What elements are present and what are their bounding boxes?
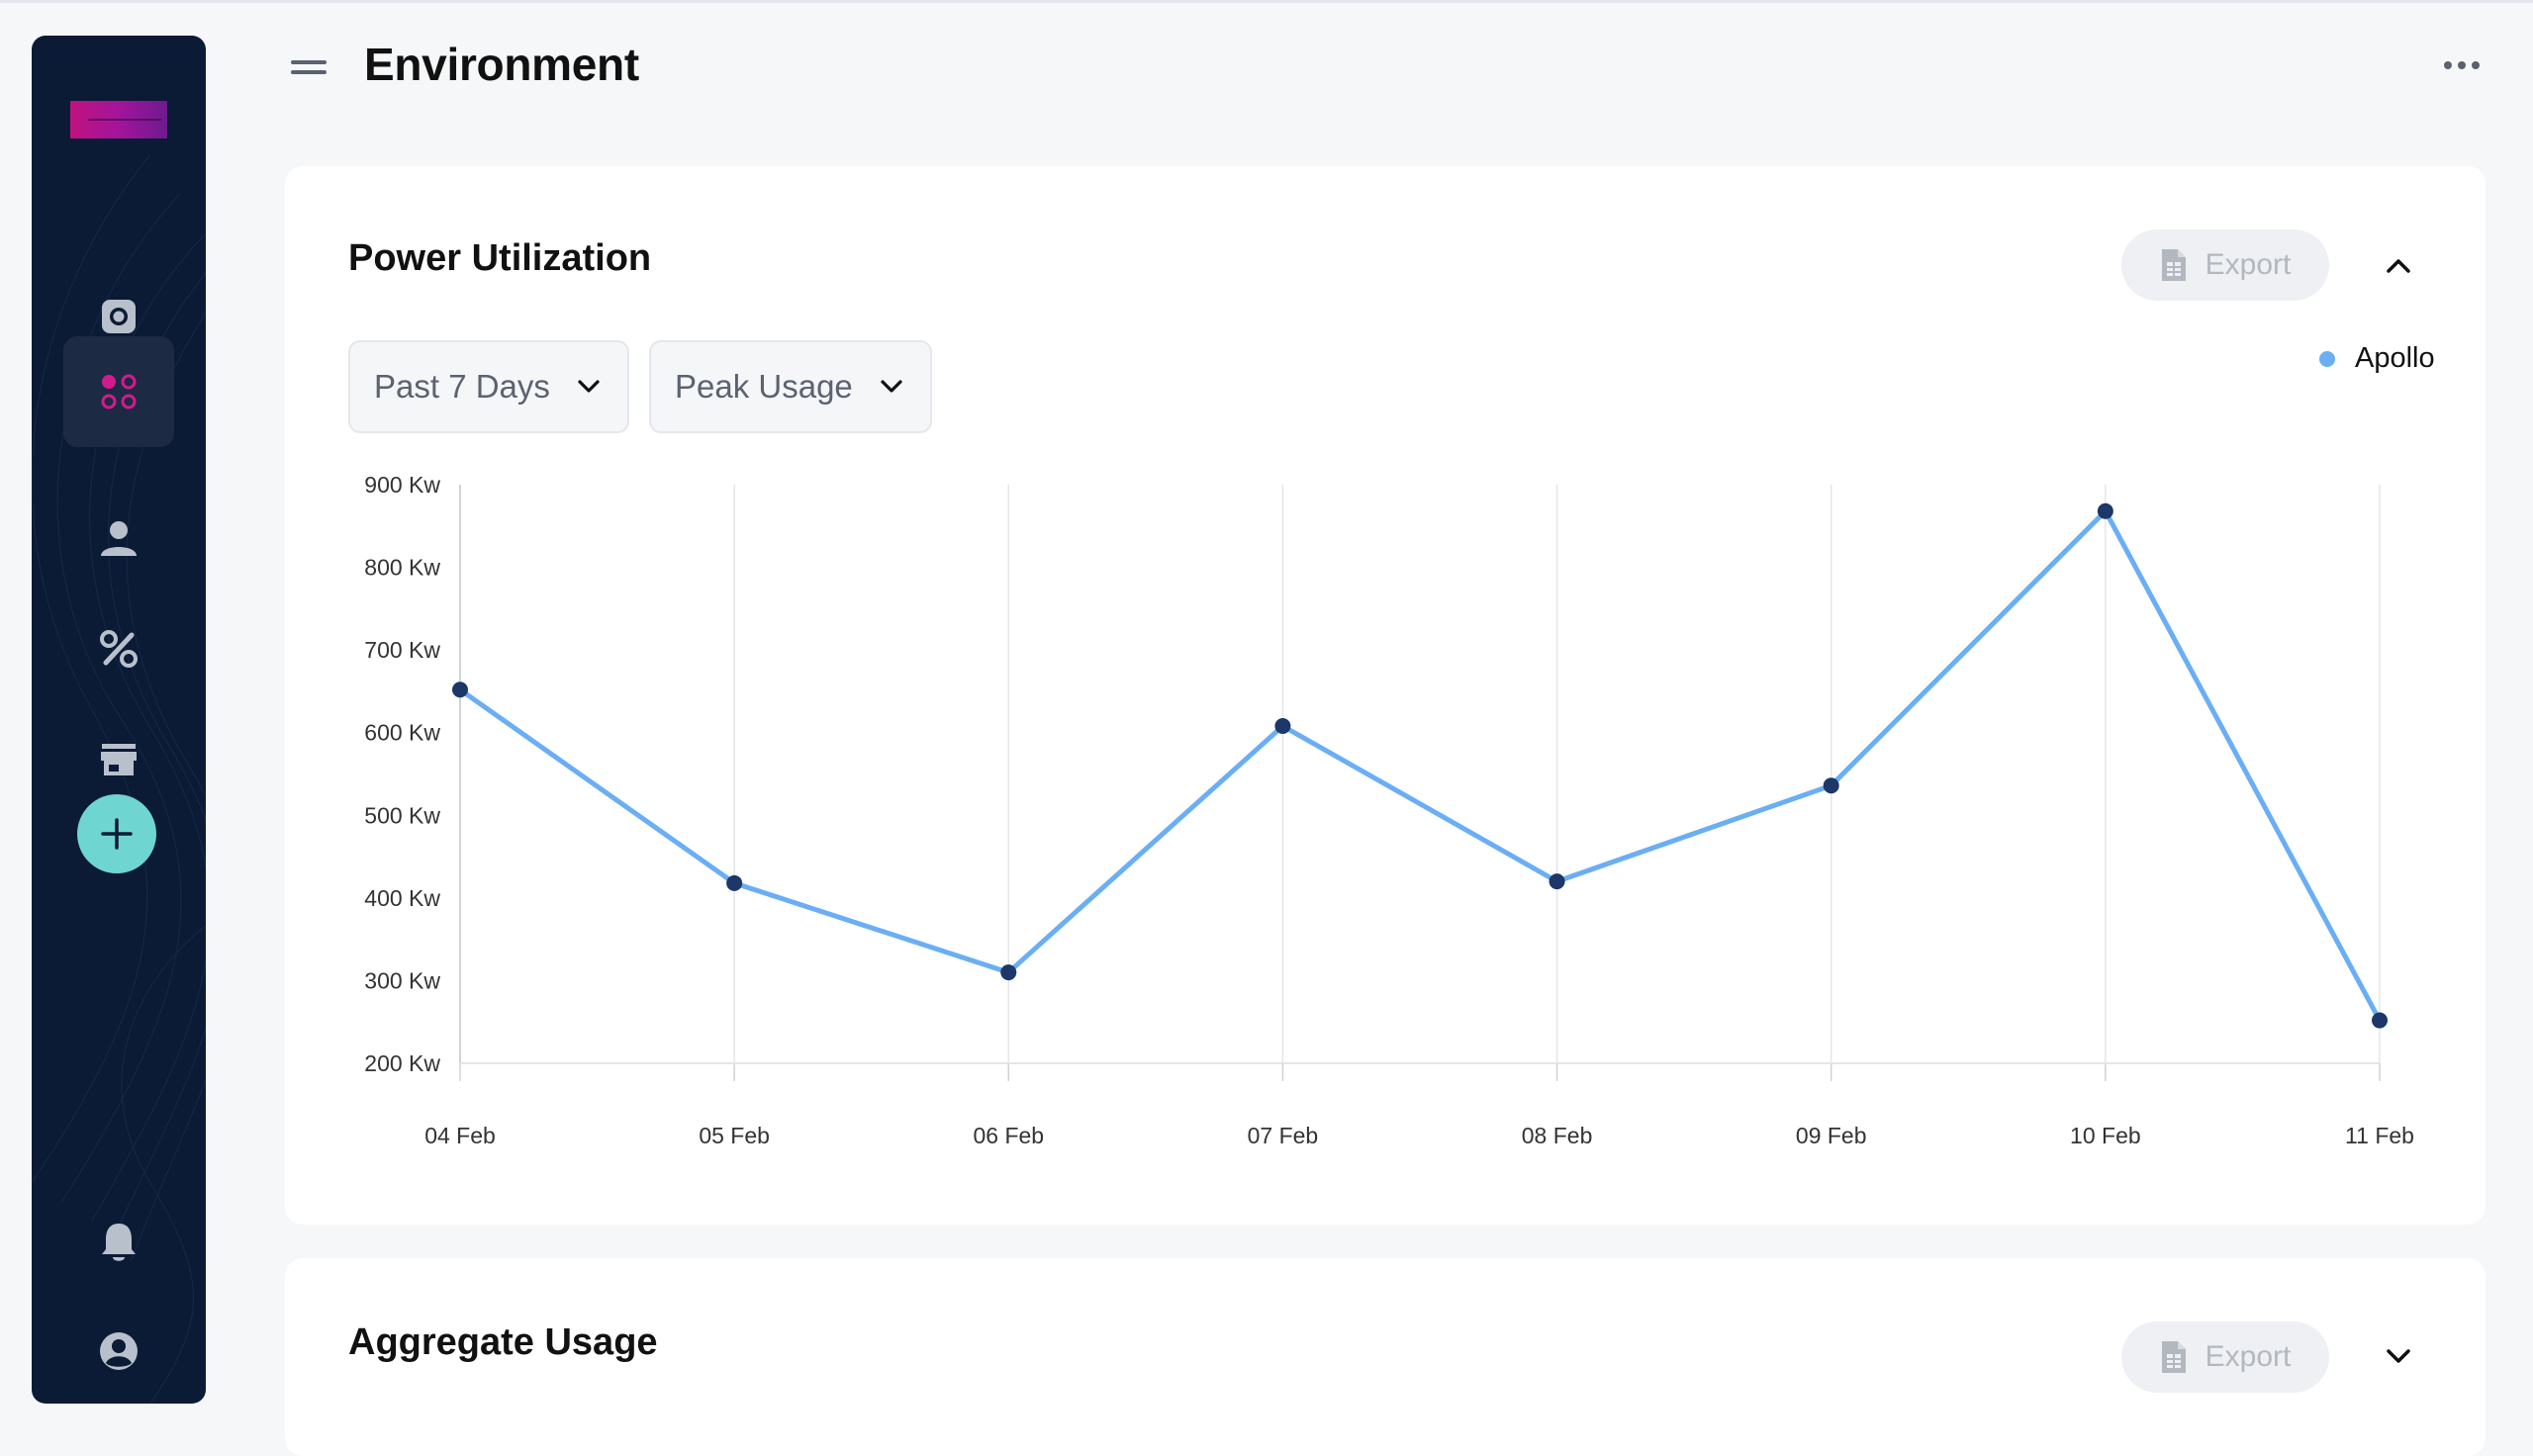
add-button[interactable] <box>77 794 156 873</box>
x-tick-label: 04 Feb <box>424 1123 496 1148</box>
x-tick-label: 10 Feb <box>2070 1123 2141 1148</box>
account-circle-icon <box>100 1332 138 1370</box>
x-tick-label: 07 Feb <box>1248 1123 1319 1148</box>
x-tick-label: 09 Feb <box>1796 1123 1867 1148</box>
series-line <box>457 508 2383 1024</box>
sidebar-item-apps[interactable] <box>63 336 174 447</box>
data-point <box>2097 502 2113 519</box>
y-tick-label: 500 Kw <box>364 802 440 828</box>
spreadsheet-file-icon <box>2161 1341 2186 1373</box>
data-point <box>726 874 743 891</box>
power-utilization-card: Power Utilization Export Past 7 Days Pea… <box>285 166 2486 1225</box>
y-tick-label: 800 Kw <box>364 555 440 581</box>
plus-icon <box>101 818 133 850</box>
aggregate-usage-card: Aggregate Usage Export <box>285 1258 2486 1456</box>
y-tick-label: 200 Kw <box>364 1050 440 1076</box>
data-point <box>452 682 468 698</box>
camera-icon <box>102 300 136 333</box>
brand-logo[interactable] <box>70 101 167 138</box>
chevron-down-icon[interactable] <box>2383 1341 2414 1373</box>
sidebar-item-account[interactable] <box>63 1296 174 1404</box>
user-icon <box>101 521 137 556</box>
sidebar-item-notifications[interactable] <box>63 1187 174 1298</box>
sidebar-item-percent[interactable] <box>63 593 174 704</box>
top-border <box>0 0 2533 3</box>
data-point <box>1000 964 1017 981</box>
y-tick-label: 300 Kw <box>364 967 440 993</box>
sidebar-item-user[interactable] <box>63 483 174 593</box>
power-utilization-chart[interactable]: 200 Kw 300 Kw 400 Kw 500 Kw 600 Kw 700 Kw 800 … <box>285 166 2486 1225</box>
page-title: Environment <box>364 39 639 90</box>
more-horizontal-icon[interactable] <box>2442 57 2482 73</box>
data-point <box>2372 1012 2388 1029</box>
data-point <box>1823 777 1839 794</box>
apps-grid-icon <box>101 374 137 410</box>
data-point <box>1274 718 1291 735</box>
export-button[interactable]: Export <box>2121 1321 2329 1393</box>
y-tick-label: 900 Kw <box>364 472 440 498</box>
x-tick-label: 11 Feb <box>2345 1123 2414 1148</box>
x-tick-label: 05 Feb <box>699 1123 770 1148</box>
y-tick-label: 700 Kw <box>364 637 440 663</box>
data-point <box>1548 873 1565 890</box>
percent-icon <box>100 630 138 668</box>
store-icon <box>101 744 137 775</box>
sidebar <box>32 36 206 1404</box>
card-title: Aggregate Usage <box>348 1321 658 1363</box>
x-tick-label: 06 Feb <box>973 1123 1044 1148</box>
bell-icon <box>102 1224 136 1261</box>
y-tick-label: 400 Kw <box>364 885 440 911</box>
menu-icon[interactable] <box>291 57 327 77</box>
y-tick-label: 600 Kw <box>364 720 440 746</box>
x-tick-label: 08 Feb <box>1522 1123 1593 1148</box>
export-label: Export <box>2205 1340 2292 1373</box>
